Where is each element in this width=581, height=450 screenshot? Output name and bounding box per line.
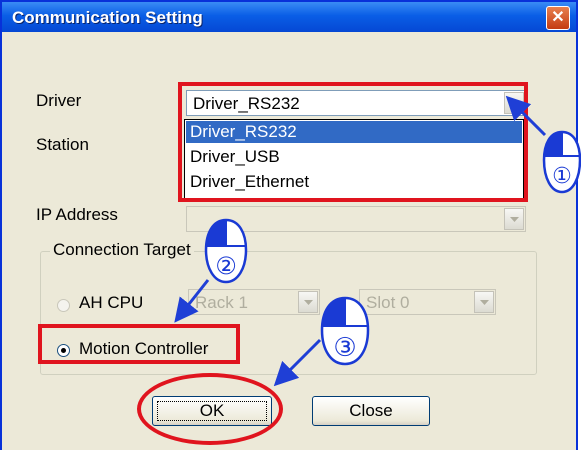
arrow-to-driver-dropdown [505, 95, 547, 137]
arrow-to-ok-button [273, 338, 322, 387]
step1-number: ① [552, 164, 572, 189]
step3-number: ③ [333, 333, 356, 363]
arrow-to-motion-controller [174, 279, 210, 323]
step2-number: ② [215, 252, 237, 280]
mouse-step3-icon: ③ [320, 296, 370, 366]
annotation-arrows [174, 95, 547, 387]
mouse-step2-icon: ② [204, 218, 248, 284]
mouse-step1-icon: ① [542, 130, 581, 194]
